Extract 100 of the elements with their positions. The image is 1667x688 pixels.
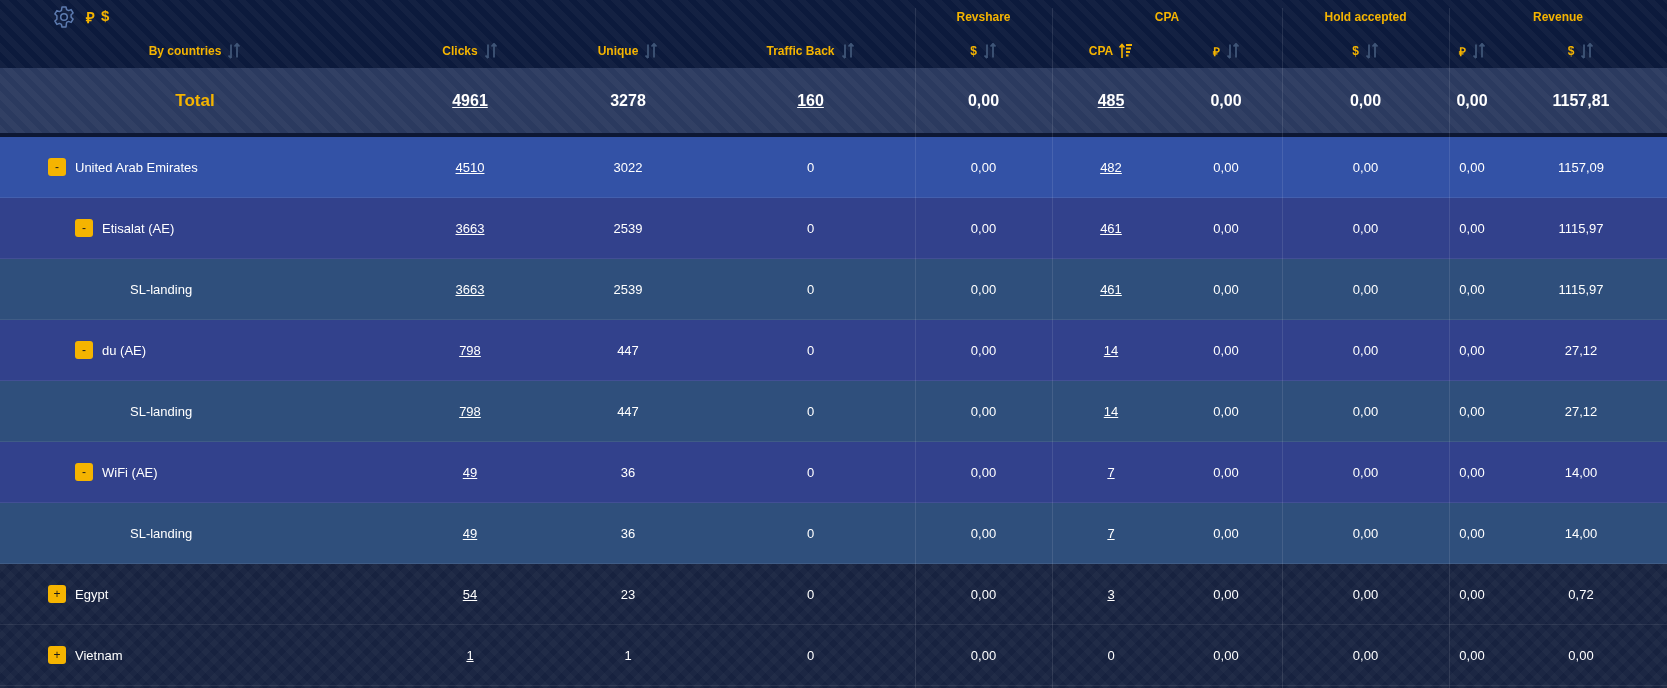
value-link[interactable]: 49 [462,525,478,541]
table-cell: 0 [806,464,815,480]
currency-button[interactable]: $ [101,7,110,27]
column-header[interactable]: Unique [597,44,639,58]
expand-button[interactable]: + [48,646,66,664]
row-name: SL-landing [130,525,193,541]
table-cell: 0 [806,525,815,541]
value-link[interactable]: 3 [1107,586,1115,602]
value-link[interactable]: 1 [466,647,474,663]
table-cell: 0,00 [1352,586,1379,602]
row-name: WiFi (AE) [102,464,158,480]
table-cell: 0,00 [1352,464,1379,480]
table-cell: 0 [806,159,815,175]
value-link[interactable]: 3663 [455,281,485,297]
table-cell: 1115,97 [1558,281,1604,297]
value-link[interactable]: 485 [1097,91,1125,110]
table-cell: 3278 [610,91,646,110]
table-cell: 0 [806,647,815,663]
collapse-button[interactable]: - [75,219,93,237]
value-link[interactable]: 49 [462,464,478,480]
value-link[interactable]: 461 [1100,220,1122,236]
table-cell: 0,00 [1459,342,1485,358]
total-label: Total [174,90,216,111]
sort-icon[interactable] [982,43,997,59]
table-cell: 0,00 [1459,159,1485,175]
sort-icon[interactable] [1471,43,1486,59]
table-cell: 0,00 [1568,647,1594,663]
row-name: SL-landing [130,281,193,297]
table-cell: 0,00 [967,91,1000,110]
sort-icon[interactable] [1580,43,1595,59]
table-cell: 1157,81 [1552,91,1610,110]
table-cell: 1157,09 [1558,159,1604,175]
row-name: United Arab Emirates [75,159,198,175]
table-cell: 0,00 [1352,220,1379,236]
column-header[interactable]: ₽ [1212,42,1220,60]
column-header[interactable]: CPA [1088,44,1114,58]
value-link[interactable]: 54 [462,586,478,602]
value-link[interactable]: 798 [459,342,481,358]
collapse-button[interactable]: - [75,463,93,481]
value-link[interactable]: 482 [1100,159,1122,175]
table-cell: 36 [620,464,636,480]
collapse-button[interactable]: - [48,158,66,176]
table-cell: 0 [806,586,815,602]
value-link[interactable]: 3663 [455,220,485,236]
sort-icon[interactable] [1364,43,1379,59]
table-cell: 0,00 [1352,159,1379,175]
table-cell: 0 [806,220,815,236]
value-link[interactable]: 7 [1107,464,1115,480]
table-cell: 14,00 [1564,464,1598,480]
table-cell: 0,00 [970,647,997,663]
sort-desc-icon[interactable] [1119,43,1134,59]
settings-icon[interactable] [52,5,76,29]
value-link[interactable]: 14 [1103,342,1119,358]
table-cell: 0,00 [1213,220,1239,236]
sort-icon[interactable] [840,43,855,59]
value-link[interactable]: 798 [459,403,481,419]
sort-icon[interactable] [644,43,659,59]
table-cell: 0,00 [1213,586,1239,602]
column-group-header: CPA [1153,10,1181,24]
currency-button[interactable]: ₽ [86,7,95,27]
table-cell: 0,00 [1349,91,1382,110]
table-cell: 0,00 [970,586,997,602]
value-link[interactable]: 7 [1107,525,1115,541]
table-cell: 0,00 [1459,647,1485,663]
column-header[interactable]: $ [1567,44,1575,58]
table-cell: 0 [1107,647,1115,663]
sort-icon[interactable] [1225,43,1240,59]
column-group-header: Hold accepted [1323,10,1408,24]
table-cell: 0,00 [1459,403,1485,419]
column-header[interactable]: $ [1352,44,1359,58]
row-name: Etisalat (AE) [102,220,175,236]
value-link[interactable]: 4510 [455,159,485,175]
table-cell: 1115,97 [1558,220,1604,236]
table-cell: 0,00 [1213,342,1239,358]
table-cell: 36 [620,525,636,541]
table-cell: 0,00 [970,403,997,419]
column-header[interactable]: ₽ [1458,42,1466,60]
sort-icon[interactable] [483,43,498,59]
table-cell: 27,12 [1564,403,1598,419]
value-link[interactable]: 14 [1103,403,1119,419]
table-cell: 0,00 [1352,647,1379,663]
table-cell: 3022 [613,159,643,175]
collapse-button[interactable]: - [75,341,93,359]
table-cell: 27,12 [1564,342,1598,358]
column-header[interactable]: Clicks [442,44,478,58]
table-cell: 0 [806,342,815,358]
table-cell: 14,00 [1564,525,1598,541]
table-cell: 0,00 [1352,281,1379,297]
column-header[interactable]: $ [970,44,977,58]
value-link[interactable]: 461 [1100,281,1122,297]
column-header[interactable]: Traffic Back [766,44,835,58]
value-link[interactable]: 4961 [452,91,488,110]
table-cell: 0,00 [1456,91,1488,110]
column-header[interactable]: By countries [148,44,222,58]
value-link[interactable]: 160 [797,91,824,110]
sort-icon[interactable] [227,43,242,59]
row-name: Egypt [75,586,109,602]
table-cell: 447 [617,342,639,358]
expand-button[interactable]: + [48,585,66,603]
column-group-header: Revenue [1532,10,1584,24]
